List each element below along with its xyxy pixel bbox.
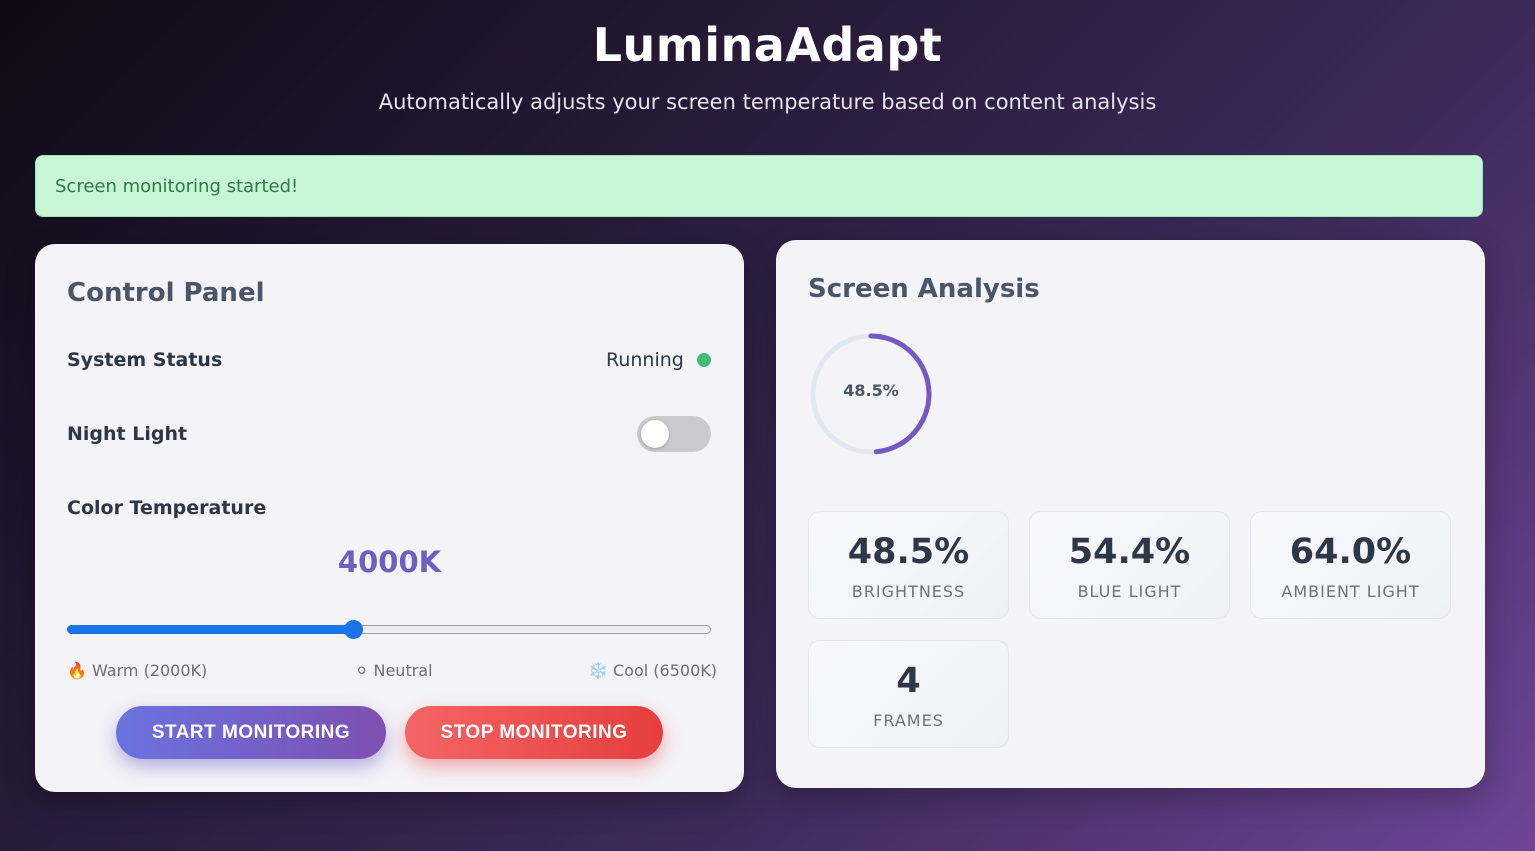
stop-monitoring-button[interactable]: STOP MONITORING [405, 706, 663, 759]
system-status-label: System Status [67, 349, 223, 371]
status-indicator-dot [697, 353, 711, 367]
stat-value: 4 [896, 661, 921, 701]
status-alert: Screen monitoring started! [35, 155, 1483, 217]
stat-card-blue-light: 54.4% BLUE LIGHT [1029, 511, 1230, 619]
night-light-toggle[interactable] [637, 416, 711, 452]
night-light-label: Night Light [67, 423, 188, 445]
stat-value: 48.5% [847, 532, 970, 572]
stat-label: AMBIENT LIGHT [1281, 582, 1420, 601]
app-title: LuminaAdapt [592, 18, 943, 72]
color-temperature-label: Color Temperature [67, 497, 267, 519]
control-panel-card: Control Panel System Status Running Nigh… [35, 244, 744, 792]
stat-label: FRAMES [873, 711, 944, 730]
stat-card-brightness: 48.5% BRIGHTNESS [808, 511, 1009, 619]
scale-warm-label: 🔥 Warm (2000K) [67, 661, 208, 680]
control-panel-title: Control Panel [67, 278, 265, 308]
start-monitoring-button[interactable]: START MONITORING [116, 706, 386, 759]
stat-card-ambient-light: 64.0% AMBIENT LIGHT [1250, 511, 1451, 619]
stat-card-frames: 4 FRAMES [808, 640, 1009, 748]
stat-label: BLUE LIGHT [1077, 582, 1182, 601]
scale-neutral-label: ⚪ Neutral [355, 661, 433, 680]
app-subtitle: Automatically adjusts your screen temper… [378, 90, 1157, 114]
slider-thumb[interactable] [344, 620, 364, 639]
screen-analysis-card: Screen Analysis 48.5% 48.5% BRIGHTNESS 5… [776, 240, 1485, 788]
system-status-value: Running [606, 349, 684, 371]
toggle-knob [641, 420, 669, 448]
stat-value: 54.4% [1068, 532, 1191, 572]
slider-fill [67, 625, 354, 634]
color-temperature-value: 4000K [337, 545, 442, 579]
stat-label: BRIGHTNESS [851, 582, 966, 601]
screen-analysis-title: Screen Analysis [808, 274, 1040, 304]
gauge-value-text: 48.5% [843, 381, 899, 400]
stat-value: 64.0% [1289, 532, 1412, 572]
scale-cool-label: ❄️ Cool (6500K) [588, 661, 717, 680]
